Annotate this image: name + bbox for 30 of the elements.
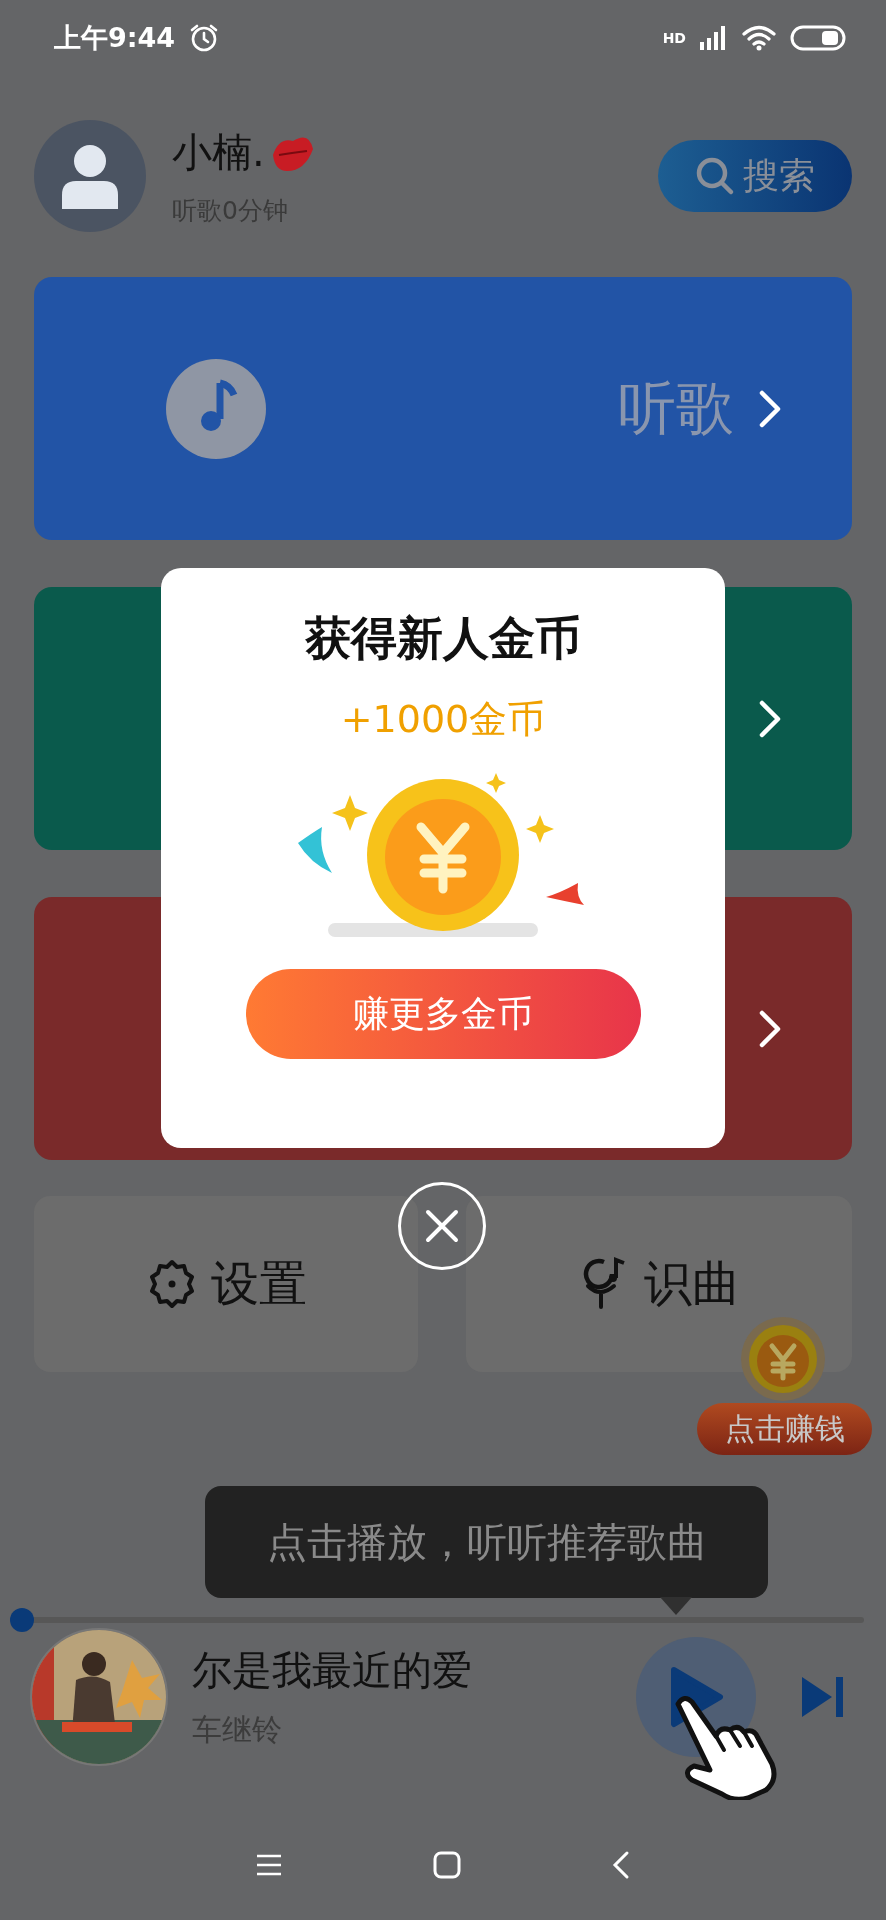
chevron-right-icon xyxy=(758,388,782,429)
tooltip-pointer-icon xyxy=(660,1597,692,1615)
song-title: 尔是我最近的爱 xyxy=(192,1645,472,1695)
earn-more-button[interactable]: 赚更多金币 xyxy=(245,969,641,1059)
back-icon[interactable] xyxy=(611,1850,631,1880)
network-label: HD xyxy=(662,30,686,45)
music-note-icon xyxy=(166,358,266,459)
close-button[interactable] xyxy=(398,1182,486,1270)
search-button[interactable]: 搜索 xyxy=(658,140,852,212)
user-icon xyxy=(60,143,120,209)
status-time: 上午9:44 xyxy=(54,20,176,55)
menu-icon[interactable] xyxy=(255,1853,283,1877)
earn-money-button[interactable]: 点击赚钱 xyxy=(697,1403,872,1455)
search-icon xyxy=(695,156,735,196)
card-title: 听歌 xyxy=(618,372,734,444)
signal-icon xyxy=(700,25,728,50)
menu-tile[interactable]: 设置 xyxy=(34,1196,418,1372)
tooltip: 点击播放，听听推荐歌曲 xyxy=(205,1486,768,1598)
progress-thumb[interactable] xyxy=(10,1608,34,1632)
feature-card[interactable]: 听歌 xyxy=(34,277,852,540)
home-square-icon[interactable] xyxy=(433,1851,461,1879)
dialog-title: 获得新人金币 xyxy=(305,610,581,667)
chevron-right-icon xyxy=(758,1008,782,1049)
chevron-right-icon xyxy=(758,698,782,739)
user-name: 小楠. xyxy=(172,128,265,177)
wifi-icon xyxy=(742,24,776,51)
alarm-clock-icon xyxy=(189,22,220,53)
menu-tile[interactable]: 识曲 xyxy=(466,1196,852,1372)
battery-icon xyxy=(790,24,846,51)
reward-amount: +1000金币 xyxy=(340,696,546,743)
